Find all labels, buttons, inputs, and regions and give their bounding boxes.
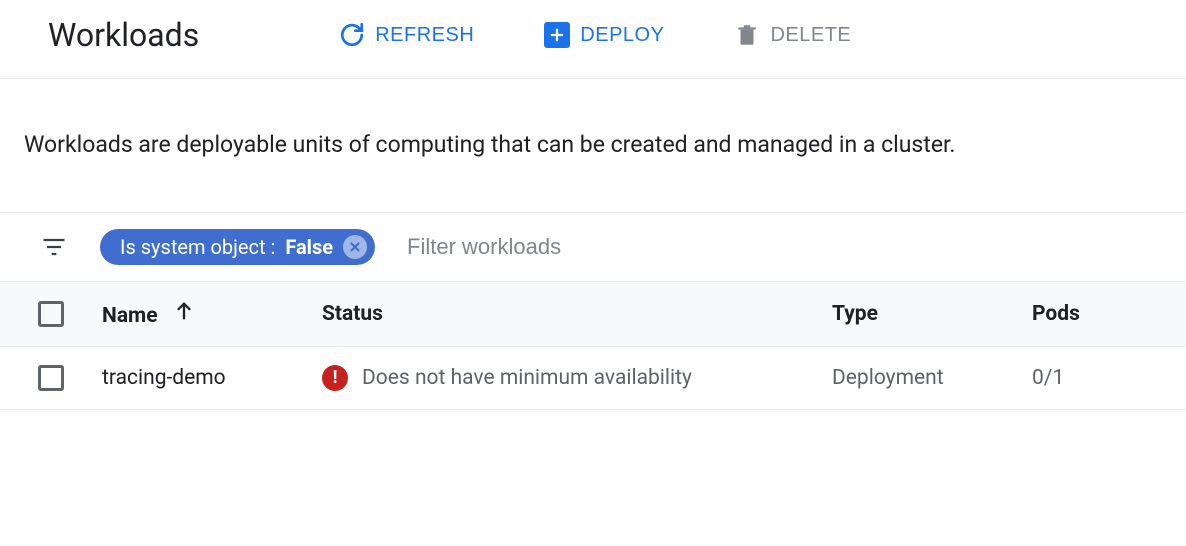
- cell-status: ! Does not have minimum availability: [310, 346, 820, 409]
- select-all-checkbox[interactable]: [38, 301, 64, 327]
- refresh-label: REFRESH: [375, 24, 474, 47]
- table-row[interactable]: tracing-demo ! Does not have minimum ava…: [0, 346, 1186, 409]
- name-header-label: Name: [102, 304, 158, 328]
- deploy-button[interactable]: DEPLOY: [544, 18, 664, 52]
- workloads-table: Name Status Type Pods: [0, 281, 1186, 410]
- cell-name[interactable]: tracing-demo: [90, 346, 310, 409]
- error-icon: !: [322, 365, 348, 391]
- column-header-status[interactable]: Status: [310, 281, 820, 346]
- filter-bar: Is system object : False: [0, 213, 1186, 281]
- trash-icon: [734, 22, 760, 48]
- pods-header-label: Pods: [1032, 302, 1080, 326]
- cell-type: Deployment: [820, 346, 1020, 409]
- filter-input[interactable]: [407, 234, 1146, 260]
- toolbar: REFRESH DEPLOY DELETE: [339, 18, 851, 52]
- cell-pods: 0/1: [1020, 346, 1186, 409]
- type-header-label: Type: [832, 302, 878, 326]
- filter-chip[interactable]: Is system object : False: [100, 229, 375, 265]
- filter-icon[interactable]: [40, 233, 68, 261]
- column-header-type[interactable]: Type: [820, 281, 1020, 346]
- column-header-pods[interactable]: Pods: [1020, 281, 1186, 346]
- deploy-plus-icon: [544, 22, 570, 48]
- refresh-button[interactable]: REFRESH: [339, 18, 474, 52]
- column-header-name[interactable]: Name: [90, 281, 310, 346]
- refresh-icon: [339, 22, 365, 48]
- deploy-label: DEPLOY: [580, 24, 664, 47]
- status-text: Does not have minimum availability: [362, 366, 692, 390]
- delete-label: DELETE: [770, 24, 851, 47]
- sort-ascending-icon: [173, 300, 195, 322]
- status-header-label: Status: [322, 302, 383, 326]
- filter-chip-value: False: [285, 235, 333, 259]
- filter-chip-key: Is system object :: [120, 235, 275, 259]
- page-title: Workloads: [48, 16, 199, 54]
- delete-button[interactable]: DELETE: [734, 18, 851, 52]
- page-description: Workloads are deployable units of comput…: [0, 79, 1186, 213]
- table-header-row: Name Status Type Pods: [0, 281, 1186, 346]
- chip-close-icon[interactable]: [343, 235, 367, 259]
- row-checkbox[interactable]: [38, 365, 64, 391]
